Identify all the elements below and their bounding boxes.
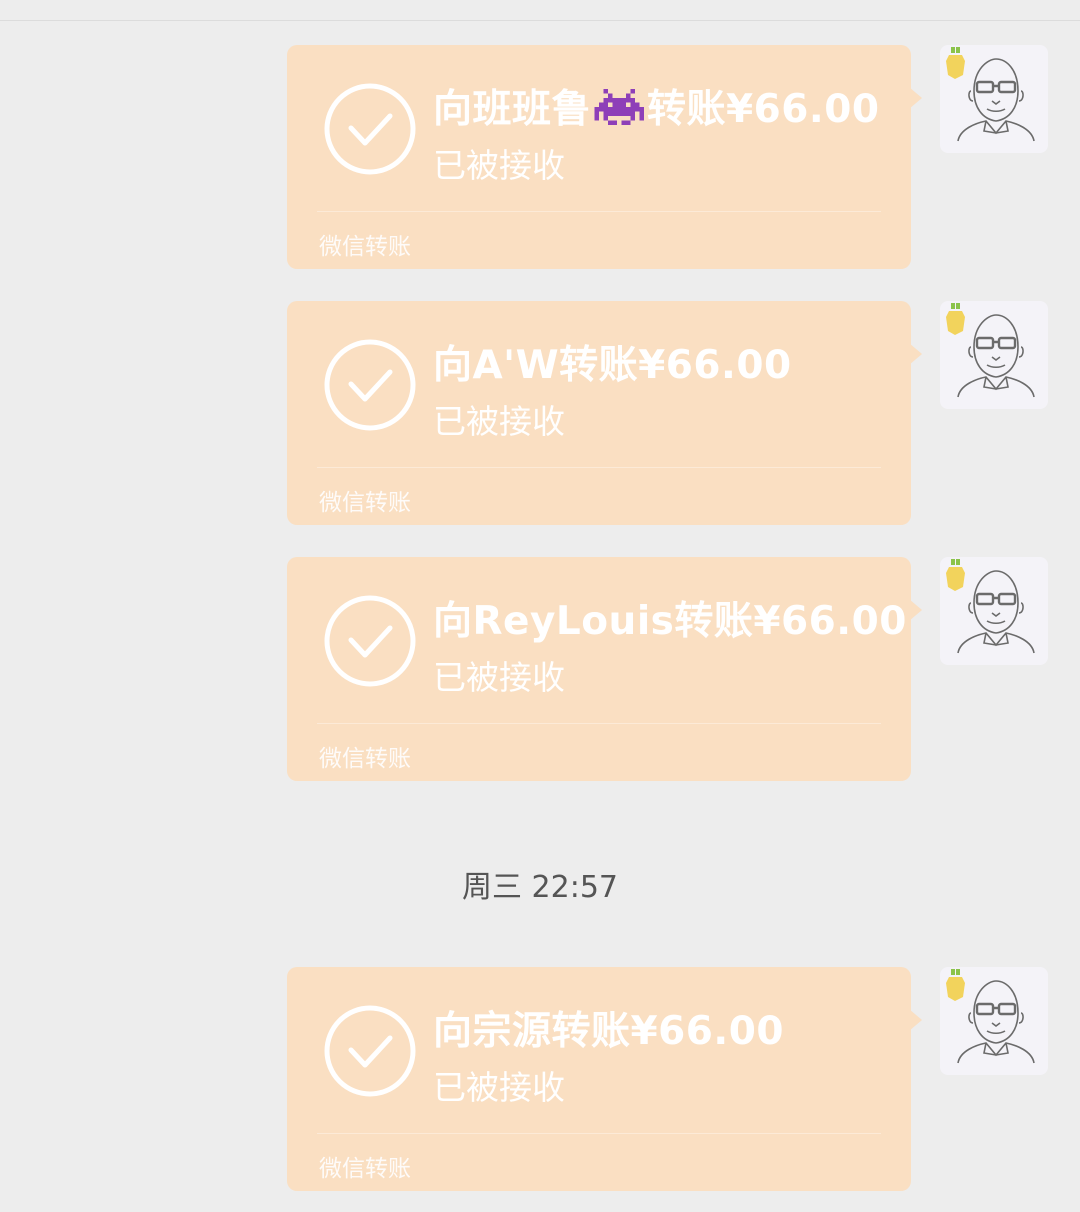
- transfer-footer: 微信转账: [319, 490, 411, 516]
- avatar-icon: [946, 303, 1035, 398]
- transfer-title-prefix: 向班班鲁: [433, 87, 592, 132]
- badge-icon: [946, 559, 965, 591]
- check-circle-icon: [324, 595, 416, 687]
- transfer-status: 已被接收: [433, 1068, 565, 1107]
- transfer-message: 向ReyLouis转账¥66.00 已被接收 微信转账: [0, 557, 1080, 781]
- avatar[interactable]: [940, 557, 1048, 665]
- bubble-tail: [909, 1009, 922, 1031]
- badge-icon: [946, 47, 965, 79]
- transfer-bubble[interactable]: 向ReyLouis转账¥66.00 已被接收 微信转账: [287, 557, 911, 781]
- avatar[interactable]: [940, 45, 1048, 153]
- space-invader-emoji: [594, 89, 644, 125]
- check-circle-icon: [324, 1005, 416, 1097]
- transfer-status: 已被接收: [433, 146, 565, 185]
- check-circle-icon: [324, 83, 416, 175]
- bubble-tail: [909, 343, 922, 365]
- transfer-title: 向ReyLouis转账¥66.00: [433, 599, 907, 644]
- transfer-status: 已被接收: [433, 402, 565, 441]
- chat-timestamp: 周三 22:57: [462, 870, 618, 905]
- bubble-divider: [317, 467, 881, 468]
- badge-icon: [946, 303, 965, 335]
- transfer-footer: 微信转账: [319, 746, 411, 772]
- check-circle-icon: [324, 339, 416, 431]
- avatar-icon: [946, 559, 1035, 654]
- transfer-footer: 微信转账: [319, 1156, 411, 1182]
- transfer-bubble[interactable]: 向班班鲁 转账¥66.00 已被接收 微信转账: [287, 45, 911, 269]
- transfer-message: 向班班鲁 转账¥66.00 已被接收 微信转账: [0, 45, 1080, 269]
- transfer-title: 向班班鲁 转账¥66.00: [433, 78, 880, 134]
- transfer-status: 已被接收: [433, 658, 565, 697]
- bubble-divider: [317, 211, 881, 212]
- transfer-bubble[interactable]: 向宗源转账¥66.00 已被接收 微信转账: [287, 967, 911, 1191]
- transfer-bubble[interactable]: 向A'W转账¥66.00 已被接收 微信转账: [287, 301, 911, 525]
- bubble-divider: [317, 723, 881, 724]
- transfer-message: 向A'W转账¥66.00 已被接收 微信转账: [0, 301, 1080, 525]
- transfer-title: 向A'W转账¥66.00: [433, 343, 792, 388]
- transfer-title-suffix: 转账¥66.00: [647, 87, 880, 132]
- avatar-icon: [946, 969, 1035, 1064]
- bubble-tail: [909, 87, 922, 109]
- avatar[interactable]: [940, 967, 1048, 1075]
- bubble-divider: [317, 1133, 881, 1134]
- top-divider: [0, 20, 1080, 21]
- transfer-footer: 微信转账: [319, 234, 411, 260]
- transfer-title: 向宗源转账¥66.00: [433, 1009, 784, 1054]
- badge-icon: [946, 969, 965, 1001]
- bubble-tail: [909, 599, 922, 621]
- avatar-icon: [946, 47, 1035, 142]
- avatar[interactable]: [940, 301, 1048, 409]
- transfer-message: 向宗源转账¥66.00 已被接收 微信转账: [0, 967, 1080, 1191]
